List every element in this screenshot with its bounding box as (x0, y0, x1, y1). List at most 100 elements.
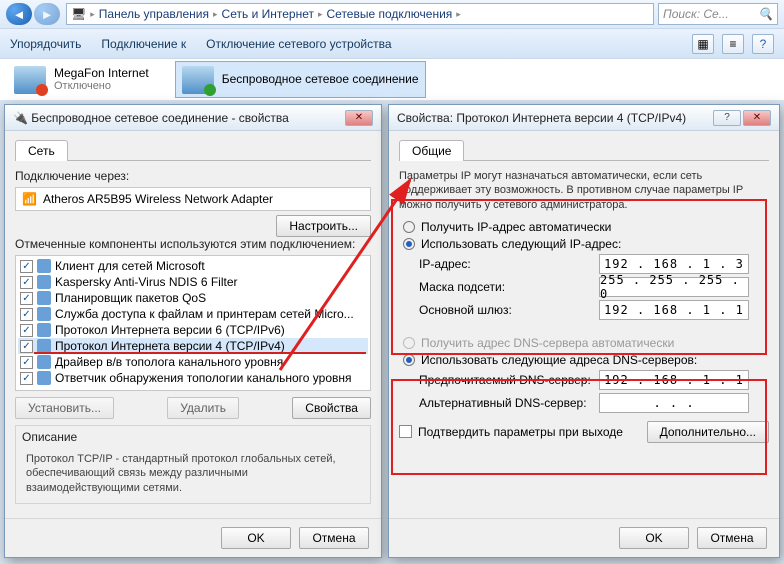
radio-manual-ip[interactable]: Использовать следующий IP-адрес: (403, 237, 769, 251)
component-icon (37, 323, 51, 337)
search-box[interactable]: Поиск: Се... 🔍 (658, 3, 778, 25)
ok-button[interactable]: OK (619, 527, 689, 549)
radio-icon (403, 337, 415, 349)
component-label: Служба доступа к файлам и принтерам сете… (55, 307, 354, 321)
component-item[interactable]: ✓ Служба доступа к файлам и принтерам сет… (18, 306, 368, 322)
adapter-icon: 📶 (22, 192, 37, 206)
checkbox-icon[interactable]: ✓ (20, 276, 33, 289)
radio-auto-ip[interactable]: Получить IP-адрес автоматически (403, 220, 769, 234)
checkbox-icon[interactable]: ✓ (20, 372, 33, 385)
mask-label: Маска подсети: (419, 280, 599, 294)
component-icon (37, 307, 51, 321)
connect-via-label: Подключение через: (15, 169, 371, 183)
tab-general[interactable]: Общие (399, 140, 464, 161)
tab-network[interactable]: Сеть (15, 140, 68, 161)
crumb-3[interactable]: Сетевые подключения (327, 7, 453, 21)
titlebar: ◄ ► 🖥 ▸ Панель управления ▸ Сеть и Интер… (0, 0, 784, 28)
adapter-properties-dialog: 🔌 Беспроводное сетевое соединение - свой… (4, 104, 382, 558)
checkbox-icon[interactable]: ✓ (20, 308, 33, 321)
radio-icon (403, 221, 415, 233)
component-icon (37, 275, 51, 289)
confirm-checkbox[interactable] (399, 425, 412, 438)
radio-label: Получить IP-адрес автоматически (421, 220, 611, 234)
nav-fwd[interactable]: ► (34, 3, 60, 25)
component-label: Протокол Интернета версии 6 (TCP/IPv6) (55, 323, 285, 337)
advanced-button[interactable]: Дополнительно... (647, 421, 769, 443)
adapter-field: 📶 Atheros AR5B95 Wireless Network Adapte… (15, 187, 371, 211)
component-item[interactable]: ✓ Протокол Интернета версии 6 (TCP/IPv6) (18, 322, 368, 338)
search-placeholder: Поиск: Се... (663, 7, 729, 21)
connection-name: Беспроводное сетевое соединение (222, 72, 419, 86)
cancel-button[interactable]: Отмена (299, 527, 369, 549)
remove-button[interactable]: Удалить (167, 397, 239, 419)
ok-button[interactable]: OK (221, 527, 291, 549)
close-button[interactable]: ✕ (345, 110, 373, 126)
dns1-label: Предпочитаемый DNS-сервер: (419, 373, 599, 387)
dns2-input[interactable]: . . . (599, 393, 749, 413)
description-label: Описание (22, 430, 364, 444)
components-list[interactable]: ✓Клиент для сетей Microsoft✓Kaspersky An… (15, 255, 371, 391)
dns1-input[interactable]: 192 . 168 . 1 . 1 (599, 370, 749, 390)
component-properties-button[interactable]: Свойства (292, 397, 371, 419)
component-item[interactable]: ✓ Драйвер в/в тополога канального уровня (18, 354, 368, 370)
component-item[interactable]: ✓Kaspersky Anti-Virus NDIS 6 Filter (18, 274, 368, 290)
connection-icon (182, 66, 214, 94)
connection-wireless[interactable]: Беспроводное сетевое соединение (175, 61, 426, 98)
component-icon (37, 259, 51, 273)
gateway-input[interactable]: 192 . 168 . 1 . 1 (599, 300, 749, 320)
description-text: Протокол TCP/IP - стандартный протокол г… (22, 448, 364, 499)
dialog-title: Свойства: Протокол Интернета версии 4 (T… (389, 105, 779, 131)
connection-megafon[interactable]: MegaFon Internet Отключено (8, 61, 155, 98)
radio-icon (403, 238, 415, 250)
component-icon (37, 355, 51, 369)
component-label: Драйвер в/в тополога канального уровня (55, 355, 283, 369)
view-list-icon[interactable]: ≡ (722, 34, 744, 54)
checkbox-icon[interactable]: ✓ (20, 340, 33, 353)
connections-pane: MegaFon Internet Отключено Беспроводное … (0, 58, 784, 100)
confirm-label: Подтвердить параметры при выходе (418, 425, 623, 439)
checkbox-icon[interactable]: ✓ (20, 324, 33, 337)
radio-label: Использовать следующие адреса DNS-сервер… (421, 353, 697, 367)
nav-back[interactable]: ◄ (6, 3, 32, 25)
connection-status: Отключено (54, 80, 149, 93)
component-icon (37, 339, 51, 353)
checkbox-icon[interactable]: ✓ (20, 292, 33, 305)
toolbar-disable[interactable]: Отключение сетевого устройства (206, 37, 391, 51)
crumb-1[interactable]: Панель управления (99, 7, 209, 21)
adapter-mini-icon: 🔌 (13, 111, 28, 125)
dialog-title-text: Беспроводное сетевое соединение - свойст… (31, 111, 289, 125)
dialog-title-text: Свойства: Протокол Интернета версии 4 (T… (397, 111, 686, 125)
close-button[interactable]: ✕ (743, 110, 771, 126)
crumb-2[interactable]: Сеть и Интернет (222, 7, 314, 21)
help-icon[interactable]: ? (752, 34, 774, 54)
component-item[interactable]: ✓ Ответчик обнаружения топологии канально… (18, 370, 368, 386)
checkbox-icon[interactable]: ✓ (20, 356, 33, 369)
mask-input[interactable]: 255 . 255 . 255 . 0 (599, 277, 749, 297)
component-label: Ответчик обнаружения топологии канальног… (55, 371, 352, 385)
address-bar[interactable]: 🖥 ▸ Панель управления ▸ Сеть и Интернет … (66, 3, 654, 25)
component-item[interactable]: ✓Клиент для сетей Microsoft (18, 258, 368, 274)
toolbar-connect[interactable]: Подключение к (101, 37, 186, 51)
radio-icon (403, 354, 415, 366)
view-tiles-icon[interactable]: ▦ (692, 34, 714, 54)
radio-auto-dns: Получить адрес DNS-сервера автоматически (403, 336, 769, 350)
checkbox-icon[interactable]: ✓ (20, 260, 33, 273)
configure-button[interactable]: Настроить... (276, 215, 371, 237)
dns2-label: Альтернативный DNS-сервер: (419, 396, 599, 410)
component-item[interactable]: ✓ Планировщик пакетов QoS (18, 290, 368, 306)
toolbar-organize[interactable]: Упорядочить (10, 37, 81, 51)
radio-label: Получить адрес DNS-сервера автоматически (421, 336, 674, 350)
component-item[interactable]: ✓ Протокол Интернета версии 4 (TCP/IPv4) (18, 338, 368, 354)
install-button[interactable]: Установить... (15, 397, 114, 419)
component-label: Планировщик пакетов QoS (55, 291, 206, 305)
ip-input[interactable]: 192 . 168 . 1 . 3 (599, 254, 749, 274)
radio-label: Использовать следующий IP-адрес: (421, 237, 621, 251)
help-button[interactable]: ? (713, 110, 741, 126)
radio-manual-dns[interactable]: Использовать следующие адреса DNS-сервер… (403, 353, 769, 367)
connection-name: MegaFon Internet (54, 66, 149, 80)
ipv4-properties-dialog: Свойства: Протокол Интернета версии 4 (T… (388, 104, 780, 558)
component-label: Протокол Интернета версии 4 (TCP/IPv4) (55, 339, 285, 353)
cancel-button[interactable]: Отмена (697, 527, 767, 549)
ip-label: IP-адрес: (419, 257, 599, 271)
component-icon (37, 291, 51, 305)
